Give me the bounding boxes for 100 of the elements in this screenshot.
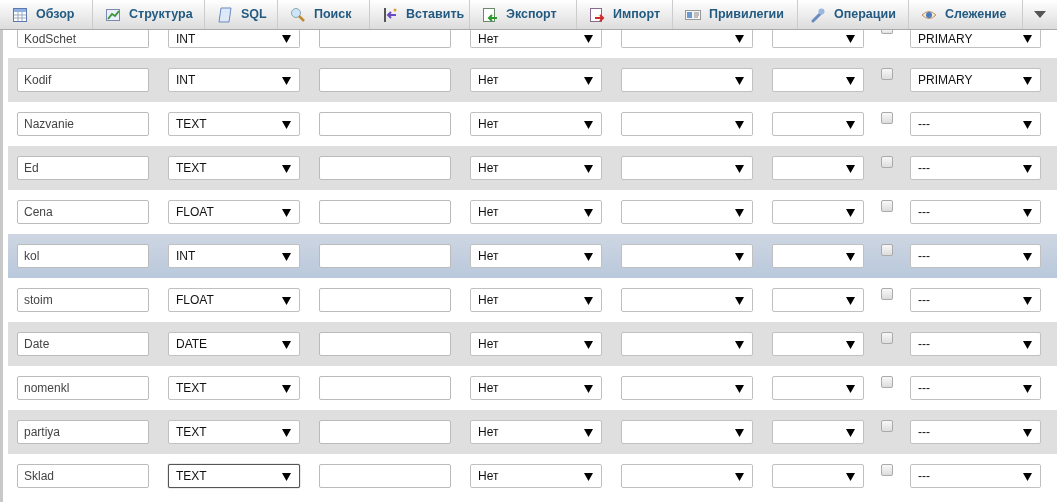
dropdown[interactable]: DATE xyxy=(168,332,300,356)
checkbox[interactable] xyxy=(881,30,893,34)
dropdown[interactable]: --- xyxy=(910,464,1041,488)
caret-icon xyxy=(735,295,744,305)
checkbox[interactable] xyxy=(881,200,893,212)
checkbox[interactable] xyxy=(881,156,893,168)
caret-icon xyxy=(846,163,855,173)
input-field[interactable]: KodSchet xyxy=(17,30,149,48)
input-field[interactable]: Ed xyxy=(17,156,149,180)
caret-icon xyxy=(846,119,855,129)
input-field[interactable] xyxy=(319,30,451,48)
input-field[interactable] xyxy=(319,288,451,312)
checkbox[interactable] xyxy=(881,68,893,80)
dropdown[interactable]: PRIMARY xyxy=(910,30,1041,48)
wrench-icon xyxy=(810,6,826,23)
input-field[interactable]: Nazvanie xyxy=(17,112,149,136)
dropdown[interactable]: Нет xyxy=(470,112,602,136)
input-field[interactable]: stoim xyxy=(17,288,149,312)
dropdown[interactable]: Нет xyxy=(470,288,602,312)
tab[interactable]: Обзор xyxy=(0,0,93,29)
dropdown[interactable]: Нет xyxy=(470,156,602,180)
input-field[interactable]: nomenkl xyxy=(17,376,149,400)
caret-icon xyxy=(1023,34,1032,43)
dropdown[interactable]: TEXT xyxy=(168,112,300,136)
caret-icon xyxy=(735,471,744,481)
structure-icon xyxy=(105,6,121,23)
dropdown[interactable]: --- xyxy=(910,156,1041,180)
dropdown[interactable]: INT xyxy=(168,30,300,48)
caret-icon xyxy=(584,163,593,173)
caret-icon xyxy=(584,75,593,85)
caret-icon xyxy=(846,207,855,217)
checkbox[interactable] xyxy=(881,244,893,256)
input-field[interactable] xyxy=(319,200,451,224)
dropdown[interactable]: INT xyxy=(168,244,300,268)
dropdown[interactable]: --- xyxy=(910,288,1041,312)
dropdown[interactable]: Нет xyxy=(470,332,602,356)
input-field[interactable] xyxy=(319,112,451,136)
input-field[interactable]: kol xyxy=(17,244,149,268)
caret-icon xyxy=(584,383,593,393)
caret-icon xyxy=(282,295,291,305)
caret-icon xyxy=(1023,163,1032,173)
input-field[interactable] xyxy=(319,156,451,180)
caret-icon xyxy=(846,339,855,349)
tab[interactable]: SQL xyxy=(205,0,278,29)
input-field[interactable]: Cena xyxy=(17,200,149,224)
dropdown[interactable]: Нет xyxy=(470,68,602,92)
dropdown[interactable]: --- xyxy=(910,332,1041,356)
tab[interactable]: Структура xyxy=(93,0,205,29)
tab[interactable]: Вставить xyxy=(370,0,470,29)
input-field[interactable] xyxy=(319,464,451,488)
input-field[interactable] xyxy=(319,376,451,400)
caret-icon xyxy=(1023,383,1032,393)
caret-icon xyxy=(846,427,855,437)
dropdown[interactable]: TEXT xyxy=(168,464,300,488)
dropdown[interactable]: Нет xyxy=(470,30,602,48)
checkbox[interactable] xyxy=(881,420,893,432)
dropdown[interactable]: PRIMARY xyxy=(910,68,1041,92)
input-field[interactable] xyxy=(319,244,451,268)
dropdown[interactable]: Нет xyxy=(470,376,602,400)
dropdown[interactable]: --- xyxy=(910,200,1041,224)
tab[interactable]: Операции xyxy=(798,0,909,29)
dropdown[interactable]: --- xyxy=(910,420,1041,444)
input-field[interactable] xyxy=(319,68,451,92)
dropdown[interactable]: FLOAT xyxy=(168,288,300,312)
dropdown[interactable]: Нет xyxy=(470,464,602,488)
dropdown[interactable]: --- xyxy=(910,376,1041,400)
caret-icon xyxy=(282,251,291,261)
caret-icon xyxy=(846,471,855,481)
tab[interactable]: Импорт xyxy=(577,0,673,29)
dropdown[interactable]: Нет xyxy=(470,420,602,444)
dropdown[interactable]: FLOAT xyxy=(168,200,300,224)
checkbox[interactable] xyxy=(881,288,893,300)
dropdown[interactable]: Нет xyxy=(470,244,602,268)
checkbox[interactable] xyxy=(881,464,893,476)
checkbox[interactable] xyxy=(881,376,893,388)
dropdown[interactable]: TEXT xyxy=(168,420,300,444)
dropdown[interactable] xyxy=(772,30,864,48)
input-field[interactable]: Kodif xyxy=(17,68,149,92)
input-field[interactable] xyxy=(319,332,451,356)
dropdown[interactable]: Нет xyxy=(470,200,602,224)
dropdown[interactable]: --- xyxy=(910,244,1041,268)
dropdown[interactable]: TEXT xyxy=(168,376,300,400)
input-field[interactable]: partiya xyxy=(17,420,149,444)
caret-icon xyxy=(735,339,744,349)
tab[interactable]: Слежение xyxy=(909,0,1023,29)
caret-icon xyxy=(282,34,291,43)
input-field[interactable] xyxy=(319,420,451,444)
checkbox[interactable] xyxy=(881,332,893,344)
caret-icon xyxy=(282,339,291,349)
input-field[interactable]: Sklad xyxy=(17,464,149,488)
dropdown[interactable]: --- xyxy=(910,112,1041,136)
caret-icon xyxy=(1023,339,1032,349)
caret-icon xyxy=(282,207,291,217)
input-field[interactable]: Date xyxy=(17,332,149,356)
checkbox[interactable] xyxy=(881,112,893,124)
tab[interactable]: Привилегии xyxy=(673,0,798,29)
tab[interactable]: Экспорт xyxy=(470,0,577,29)
dropdown[interactable]: INT xyxy=(168,68,300,92)
tab[interactable]: Поиск xyxy=(278,0,370,29)
dropdown[interactable]: TEXT xyxy=(168,156,300,180)
